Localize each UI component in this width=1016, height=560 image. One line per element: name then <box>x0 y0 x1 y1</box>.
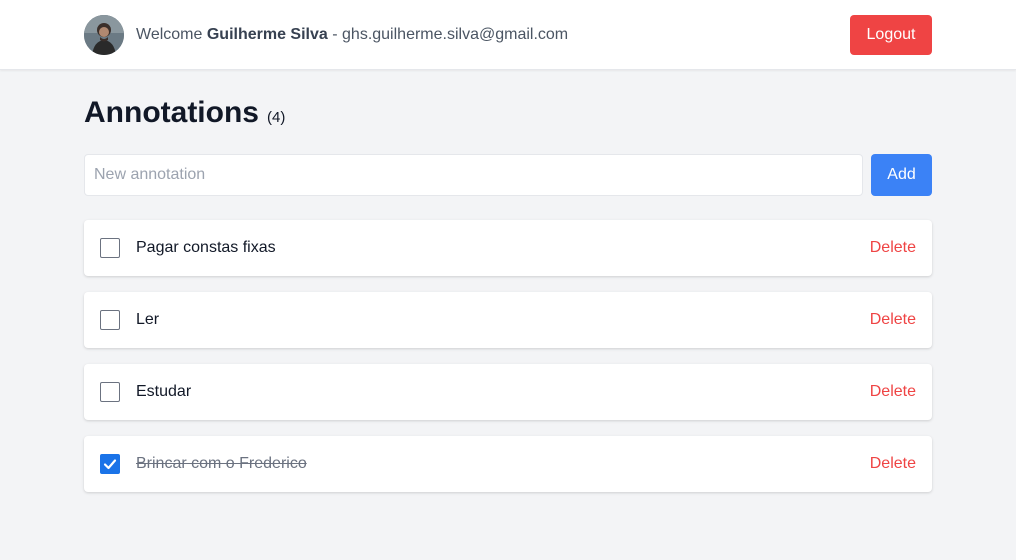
annotation-checkbox[interactable] <box>100 382 120 402</box>
delete-button[interactable]: Delete <box>870 383 916 401</box>
annotation-text: Pagar constas fixas <box>136 239 276 256</box>
annotation-item: Pagar constas fixas Delete <box>84 220 932 276</box>
delete-button[interactable]: Delete <box>870 311 916 329</box>
annotation-item: Ler Delete <box>84 292 932 348</box>
annotation-text: Ler <box>136 311 160 328</box>
annotation-list: Pagar constas fixas Delete Ler Delete Es… <box>84 220 932 492</box>
delete-button[interactable]: Delete <box>870 455 916 473</box>
user-info: Welcome Guilherme Silva - ghs.guilherme.… <box>84 15 568 55</box>
checkmark-icon <box>103 459 117 470</box>
annotation-text: Estudar <box>136 383 192 400</box>
user-email: ghs.guilherme.silva@gmail.com <box>342 26 569 43</box>
top-bar: Welcome Guilherme Silva - ghs.guilherme.… <box>0 0 1016 70</box>
user-name: Guilherme Silva <box>206 26 328 43</box>
page-title: Annotations <box>84 96 259 129</box>
annotation-checkbox[interactable] <box>100 454 120 474</box>
add-button[interactable]: Add <box>871 154 932 196</box>
welcome-prefix: Welcome <box>136 26 203 43</box>
delete-button[interactable]: Delete <box>870 239 916 257</box>
annotation-item: Brincar com o Frederico Delete <box>84 436 932 492</box>
annotation-item: Estudar Delete <box>84 364 932 420</box>
top-bar-content: Welcome Guilherme Silva - ghs.guilherme.… <box>84 0 932 70</box>
annotation-text: Brincar com o Frederico <box>136 455 307 472</box>
logout-button[interactable]: Logout <box>850 15 932 55</box>
avatar <box>84 15 124 55</box>
annotation-checkbox[interactable] <box>100 238 120 258</box>
new-annotation-form: Add <box>84 154 932 196</box>
welcome-text: Welcome Guilherme Silva - ghs.guilherme.… <box>136 26 568 44</box>
annotation-count: (4) <box>266 109 286 126</box>
title-row: Annotations (4) <box>84 96 932 136</box>
separator: - <box>332 26 338 43</box>
new-annotation-input[interactable] <box>84 154 863 196</box>
main-content: Annotations (4) Add Pagar constas fixas … <box>84 70 932 508</box>
annotation-checkbox[interactable] <box>100 310 120 330</box>
